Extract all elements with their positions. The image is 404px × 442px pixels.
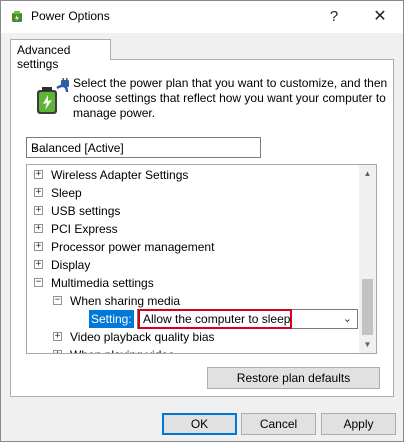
expand-icon[interactable]: +	[34, 170, 43, 179]
apply-button[interactable]: Apply	[321, 413, 396, 435]
collapse-icon[interactable]: −	[34, 278, 43, 287]
tree-item-label: Wireless Adapter Settings	[51, 168, 189, 182]
scroll-thumb[interactable]	[362, 279, 373, 335]
cancel-button[interactable]: Cancel	[241, 413, 316, 435]
expand-icon[interactable]: +	[34, 188, 43, 197]
restore-defaults-button[interactable]: Restore plan defaults	[207, 367, 380, 389]
tree-item-label: When sharing media	[70, 294, 181, 308]
setting-row: Setting: Allow the computer to sleep ⌄	[27, 309, 362, 329]
tab-label: Advanced settings	[17, 43, 71, 71]
power-plan-select[interactable]: Balanced [Active] ⌄	[26, 137, 261, 158]
tree-item-label: Display	[51, 258, 91, 272]
tree-item-label: Processor power management	[51, 240, 215, 254]
collapse-icon[interactable]: −	[53, 296, 62, 305]
expand-icon[interactable]: +	[34, 260, 43, 269]
sleep-setting-value: Allow the computer to sleep	[138, 309, 292, 329]
power-options-icon	[12, 11, 22, 22]
setting-label: Setting:	[89, 310, 134, 328]
expand-icon[interactable]: +	[34, 206, 43, 215]
settings-panel: Select the power plan that you want to c…	[10, 59, 394, 397]
expand-icon[interactable]: +	[34, 242, 43, 251]
chevron-down-icon: ⌄	[342, 313, 352, 325]
tree-item-label: When playing video	[70, 346, 175, 353]
window-title: Power Options	[31, 9, 110, 23]
tree-item-label: PCI Express	[51, 222, 118, 236]
chevron-down-icon: ⌄	[31, 141, 41, 153]
title-bar: Power Options ? ✕	[1, 1, 403, 33]
intro-text: Select the power plan that you want to c…	[73, 76, 388, 120]
power-options-window: Power Options ? ✕ Advanced settings Sele…	[0, 0, 404, 442]
tree-item-label: Sleep	[51, 186, 82, 200]
close-button[interactable]: ✕	[357, 1, 403, 32]
sleep-setting-select[interactable]: Allow the computer to sleep ⌄	[137, 309, 358, 329]
scroll-up-icon[interactable]: ▲	[359, 165, 376, 182]
tab-advanced-settings[interactable]: Advanced settings	[10, 39, 111, 71]
help-button[interactable]: ?	[311, 1, 357, 32]
expand-icon[interactable]: +	[53, 350, 62, 353]
tree-item-label: USB settings	[51, 204, 121, 218]
tree-item-label: Multimedia settings	[51, 276, 154, 290]
tree-scrollbar[interactable]: ▲ ▼	[359, 165, 376, 353]
expand-icon[interactable]: +	[34, 224, 43, 233]
expand-icon[interactable]: +	[53, 332, 62, 341]
scroll-down-icon[interactable]: ▼	[359, 336, 376, 353]
ok-button[interactable]: OK	[162, 413, 237, 435]
settings-tree[interactable]: + Wireless Adapter Settings + Sleep + US…	[26, 164, 377, 354]
tree-item-label: Video playback quality bias	[70, 330, 215, 344]
battery-plug-icon	[37, 78, 69, 114]
